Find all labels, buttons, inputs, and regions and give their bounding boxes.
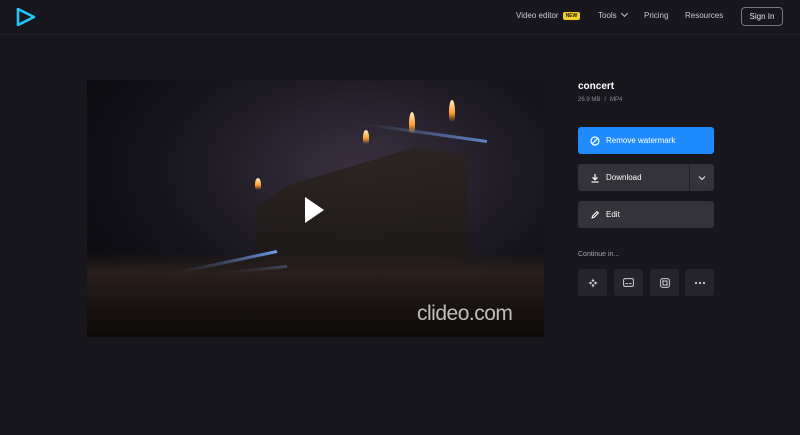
pencil-icon xyxy=(590,210,600,220)
nav-video-editor-label: Video editor xyxy=(516,11,559,20)
top-navigation-bar: Video editor NEW Tools Pricing Resources … xyxy=(0,0,800,35)
continue-in-label: Continue in... xyxy=(578,251,620,258)
continue-crop-tile[interactable] xyxy=(650,269,679,296)
nav-resources[interactable]: Resources xyxy=(685,11,723,20)
sign-in-button[interactable]: Sign In xyxy=(741,7,783,26)
download-icon xyxy=(590,173,600,183)
download-button[interactable]: Download xyxy=(578,164,714,191)
clideo-logo-icon[interactable] xyxy=(16,8,36,26)
no-symbol-icon xyxy=(590,135,600,146)
meta-separator: / xyxy=(604,97,607,103)
pyro-flame xyxy=(409,112,415,134)
nav-pricing[interactable]: Pricing xyxy=(644,11,668,20)
play-icon[interactable] xyxy=(305,197,324,223)
remove-watermark-button[interactable]: Remove watermark xyxy=(578,127,714,154)
file-format: MP4 xyxy=(610,97,623,103)
edit-button[interactable]: Edit xyxy=(578,201,714,228)
file-meta: 26.9 MB / MP4 xyxy=(578,97,622,103)
nav-tools[interactable]: Tools xyxy=(598,9,628,20)
nav-tools-label: Tools xyxy=(598,11,617,20)
download-label: Download xyxy=(606,173,642,182)
pyro-flame xyxy=(255,178,261,190)
subtitles-tool-icon xyxy=(623,278,634,287)
pyro-flame xyxy=(449,100,455,122)
compress-tool-icon xyxy=(588,278,597,287)
more-options-icon xyxy=(694,281,705,284)
nav-video-editor[interactable]: Video editor NEW xyxy=(516,11,581,20)
new-badge: NEW xyxy=(562,12,581,20)
file-name: concert xyxy=(578,81,615,92)
watermark-text: clideo.com xyxy=(417,302,513,325)
video-player[interactable]: clideo.com xyxy=(87,80,544,337)
chevron-down-icon xyxy=(620,9,628,18)
download-options-toggle[interactable] xyxy=(689,164,714,191)
chevron-down-icon xyxy=(698,175,706,180)
remove-watermark-label: Remove watermark xyxy=(606,136,676,145)
continue-compress-tile[interactable] xyxy=(578,269,607,296)
crop-tool-icon xyxy=(659,277,670,288)
file-size: 26.9 MB xyxy=(578,97,601,103)
continue-subtitles-tile[interactable] xyxy=(614,269,643,296)
pyro-flame xyxy=(363,130,369,144)
light-beam xyxy=(367,123,488,143)
edit-label: Edit xyxy=(606,210,620,219)
continue-more-tile[interactable] xyxy=(685,269,714,296)
